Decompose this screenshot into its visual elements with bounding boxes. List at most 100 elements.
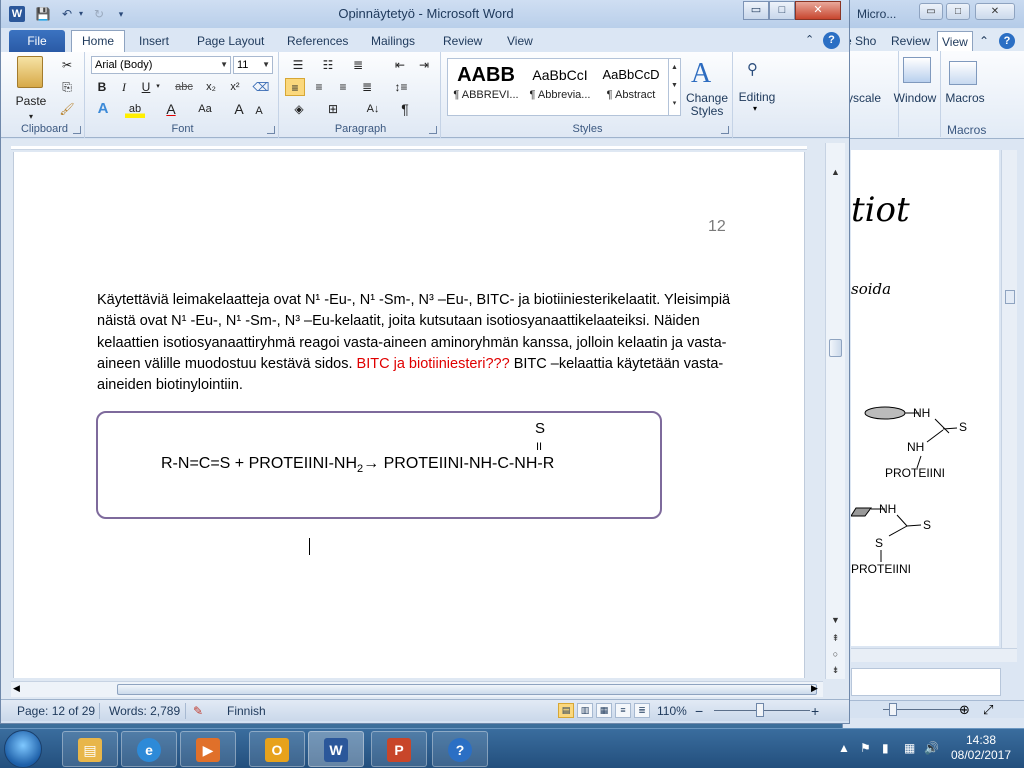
format-painter-icon[interactable]: 🖌 <box>57 100 77 118</box>
power-icon[interactable]: ▮ <box>882 741 889 755</box>
scroll-left-icon[interactable]: ◀ <box>13 683 20 694</box>
change-case-button[interactable]: Aa <box>193 100 217 118</box>
print-layout-view-icon[interactable]: ▤ <box>558 703 574 718</box>
justify-button[interactable]: ≣ <box>357 78 377 96</box>
taskbar-media-player[interactable]: ▶ <box>180 731 236 767</box>
editing-button[interactable]: Editing <box>735 90 779 104</box>
show-hidden-icons[interactable]: ▲ <box>838 741 850 755</box>
font-launcher-icon[interactable] <box>267 126 275 134</box>
scroll-right-icon[interactable]: ▶ <box>811 683 818 694</box>
align-left-button[interactable]: ≡ <box>285 78 305 96</box>
full-screen-reading-view-icon[interactable]: ▥ <box>577 703 593 718</box>
subscript-button[interactable]: x₂ <box>201 78 221 96</box>
word-window[interactable]: W 💾 ↶ ▾ ↻ ▾ Opinnäytetyö - Microsoft Wor… <box>0 0 850 724</box>
taskbar-powerpoint[interactable]: P <box>371 731 427 767</box>
background-word-window[interactable]: Micro... ▭ □ ✕ e Sho Review View ⌃ ? ysc… <box>842 0 1024 728</box>
close-button[interactable]: ✕ <box>795 1 841 20</box>
line-spacing-icon[interactable]: ↕≡ <box>389 78 413 96</box>
tab-insert[interactable]: Insert <box>139 30 169 52</box>
background-help-icon[interactable]: ? <box>999 33 1015 49</box>
shrink-font-button[interactable]: A <box>251 102 267 120</box>
align-right-button[interactable]: ≡ <box>333 78 353 96</box>
next-page-icon[interactable]: ⇟ <box>828 663 843 677</box>
font-size-select[interactable]: 11 ▼ <box>233 56 273 74</box>
change-styles-button[interactable]: Change Styles <box>683 92 731 118</box>
macros-button[interactable]: Macros <box>943 91 987 105</box>
outline-view-icon[interactable]: ≡ <box>615 703 631 718</box>
background-zoom-slider[interactable] <box>889 703 897 716</box>
taskbar-help[interactable]: ? <box>432 731 488 767</box>
decrease-indent-icon[interactable]: ⇤ <box>391 56 409 74</box>
proofing-icon[interactable]: ✎ <box>193 703 203 719</box>
background-ribbon-toggle-icon[interactable]: ⌃ <box>979 31 989 51</box>
help-icon[interactable]: ? <box>823 32 840 49</box>
zoom-out-button[interactable]: − <box>695 703 703 719</box>
underline-dropdown-icon[interactable]: ▾ <box>153 78 163 96</box>
clipboard-launcher-icon[interactable] <box>73 126 81 134</box>
text-effects-icon[interactable]: A <box>93 100 113 118</box>
cut-icon[interactable]: ✂ <box>57 56 77 74</box>
tab-references[interactable]: References <box>287 30 348 52</box>
horizontal-scroll-thumb[interactable] <box>117 684 817 695</box>
tab-review[interactable]: Review <box>443 30 482 52</box>
numbering-icon[interactable]: ☷ <box>317 56 339 74</box>
grow-font-button[interactable]: A <box>231 100 247 118</box>
taskbar-outlook[interactable]: O <box>249 731 305 767</box>
taskbar-internet-explorer[interactable]: e <box>121 731 177 767</box>
body-paragraph[interactable]: Käytettäviä leimakelaatteja ovat N¹ -Eu-… <box>97 290 737 396</box>
start-button[interactable] <box>4 730 42 768</box>
maximize-button[interactable]: □ <box>769 1 795 20</box>
font-color-icon[interactable]: A <box>161 100 181 118</box>
background-document-page[interactable]: tiot soida NH S NH PROTEIINI NH S S PROT… <box>851 150 999 646</box>
reaction-equation-box[interactable]: S II R-N=C=S + PROTEIINI-NH2→ PROTEIINI-… <box>96 411 662 519</box>
style-abbrevia[interactable]: AaBbCcI ¶ Abbrevia... <box>524 61 596 111</box>
background-vertical-scrollbar[interactable] <box>1001 150 1017 650</box>
bullets-icon[interactable]: ☰ <box>287 56 309 74</box>
background-fit-icon[interactable]: ⤢ <box>983 702 993 718</box>
select-browse-object-icon[interactable]: ○ <box>828 647 843 661</box>
background-horizontal-scrollbar[interactable] <box>851 648 1017 662</box>
editing-dropdown-icon[interactable]: ▾ <box>753 104 757 113</box>
minimize-button[interactable]: ▭ <box>743 1 769 20</box>
tab-page-layout[interactable]: Page Layout <box>197 30 264 52</box>
style-abbrevi[interactable]: AABB ¶ ABBREVI... <box>450 61 522 111</box>
document-page[interactable]: 12 Käytettäviä leimakelaatteja ovat N¹ -… <box>13 152 805 678</box>
page-count-status[interactable]: Page: 12 of 29 <box>17 703 95 719</box>
zoom-slider-thumb[interactable] <box>756 703 764 717</box>
scroll-down-icon[interactable]: ▼ <box>828 613 843 627</box>
style-abstract[interactable]: AaBbCcD ¶ Abstract <box>598 61 664 111</box>
zoom-in-button[interactable]: + <box>811 703 819 719</box>
tab-home[interactable]: Home <box>71 30 126 52</box>
taskbar-word[interactable]: W <box>308 731 364 767</box>
word-logo-icon[interactable]: W <box>9 6 25 22</box>
background-scroll-thumb[interactable] <box>1005 290 1015 304</box>
minimize-ribbon-icon[interactable]: ⌃ <box>805 33 814 46</box>
tab-file[interactable]: File <box>9 30 65 52</box>
vertical-scrollbar[interactable]: ▲ ▼ ⇞ ○ ⇟ <box>825 143 845 679</box>
superscript-button[interactable]: x² <box>225 78 245 96</box>
style-gallery-scroll[interactable]: ▲ ▼ ▾ <box>668 59 680 115</box>
italic-button[interactable]: I <box>115 78 133 96</box>
tab-view[interactable]: View <box>507 30 533 52</box>
styles-launcher-icon[interactable] <box>721 126 729 134</box>
save-icon[interactable]: 💾 <box>35 6 51 22</box>
customize-quick-access-icon[interactable]: ▾ <box>113 6 129 22</box>
show-formatting-button[interactable]: ¶ <box>395 100 415 118</box>
title-bar[interactable]: W 💾 ↶ ▾ ↻ ▾ Opinnäytetyö - Microsoft Wor… <box>1 0 849 28</box>
zoom-level[interactable]: 110% <box>657 703 687 719</box>
align-center-button[interactable]: ≡ <box>309 78 329 96</box>
bold-button[interactable]: B <box>93 78 111 96</box>
previous-page-icon[interactable]: ⇞ <box>828 631 843 645</box>
vertical-scroll-thumb[interactable] <box>829 339 842 357</box>
increase-indent-icon[interactable]: ⇥ <box>415 56 433 74</box>
background-zoom-in-button[interactable]: ⊕ <box>959 702 970 718</box>
system-clock[interactable]: 14:38 08/02/2017 <box>946 733 1016 763</box>
horizontal-scrollbar[interactable]: ◀ ▶ <box>11 681 823 697</box>
tab-mailings[interactable]: Mailings <box>371 30 415 52</box>
copy-icon[interactable]: ⎘ <box>57 78 77 96</box>
strikethrough-button[interactable]: abc <box>171 78 197 96</box>
background-close-button[interactable]: ✕ <box>975 3 1015 20</box>
language-status[interactable]: Finnish <box>227 703 266 719</box>
sort-icon[interactable]: A↓ <box>363 100 383 118</box>
background-tab-review[interactable]: Review <box>891 31 930 51</box>
